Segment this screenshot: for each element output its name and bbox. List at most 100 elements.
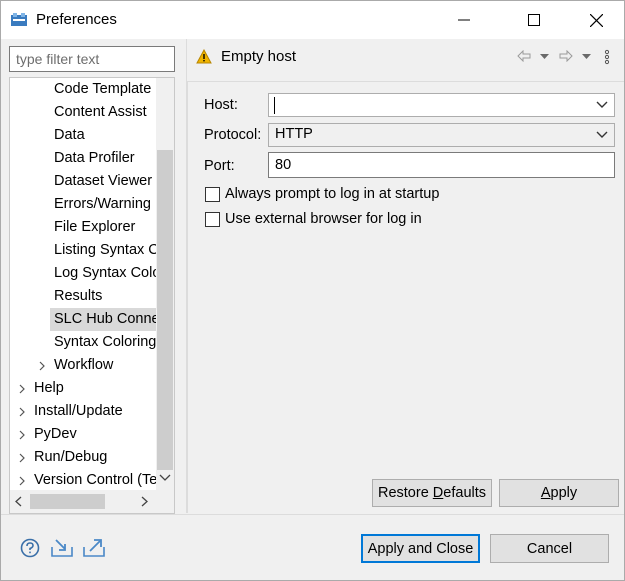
restore-defaults-button[interactable]: Restore Defaults (372, 479, 492, 507)
page-title: Empty host (221, 48, 297, 65)
minimize-button[interactable] (441, 1, 487, 39)
minimize-icon (458, 19, 470, 21)
always-prompt-checkbox[interactable]: Always prompt to log in at startup (205, 186, 439, 202)
chevron-right-icon[interactable] (18, 476, 26, 486)
port-input[interactable] (268, 152, 615, 178)
tree-item[interactable]: Errors/Warning (10, 193, 156, 216)
host-label: Host: (204, 97, 238, 113)
restore-defaults-prefix: Restore (377, 485, 433, 501)
scroll-down-icon[interactable] (159, 474, 171, 482)
close-icon (589, 13, 603, 27)
title-bar: Preferences (1, 1, 624, 39)
help-icon[interactable] (20, 538, 40, 561)
tree-horizontal-scrollbar[interactable] (10, 490, 174, 513)
tree-item-label: Data Profiler (54, 150, 135, 166)
scroll-right-icon[interactable] (140, 496, 148, 507)
more-icon[interactable] (604, 49, 610, 65)
cancel-button[interactable]: Cancel (490, 534, 609, 563)
tree-item[interactable]: Data Profiler (10, 147, 156, 170)
filter-input[interactable] (9, 46, 175, 72)
tree-item[interactable]: Version Control (Te (10, 469, 156, 492)
maximize-icon (528, 14, 540, 26)
chevron-right-icon[interactable] (18, 384, 26, 394)
tree-item[interactable]: PyDev (10, 423, 156, 446)
apply-suffix: pply (550, 485, 578, 501)
protocol-value: HTTP (275, 126, 313, 142)
tree-item-label: Listing Syntax C (54, 242, 156, 258)
tree-item-label: Workflow (54, 357, 114, 373)
export-icon[interactable] (82, 537, 106, 561)
page-header: Empty host (187, 41, 624, 73)
tree-item[interactable]: Content Assist (10, 101, 156, 124)
tree-item-label: Log Syntax Colo (54, 265, 156, 281)
chevron-right-icon[interactable] (18, 453, 26, 463)
tree-item[interactable]: Run/Debug (10, 446, 156, 469)
checkbox-box[interactable] (205, 211, 220, 227)
warning-icon (196, 48, 212, 67)
tree-list: Code Template Content Assist Data Data Prof… (10, 78, 156, 492)
tree-item-label: Help (34, 380, 64, 396)
tree-item[interactable]: Workflow (10, 354, 156, 377)
chevron-right-icon[interactable] (18, 430, 26, 440)
forward-menu-icon[interactable] (582, 54, 591, 60)
apply-mnemonic: A (540, 485, 551, 501)
tree-item-label: SLC Hub Conne (50, 308, 156, 331)
preferences-window: Preferences Code Template Content Assist D… (0, 0, 625, 581)
back-icon[interactable] (517, 50, 531, 62)
tree-item[interactable]: Results (10, 285, 156, 308)
chevron-right-icon[interactable] (18, 407, 26, 417)
import-icon[interactable] (50, 538, 74, 561)
restore-defaults-mnemonic: D (432, 485, 444, 501)
tree-item-label: Run/Debug (34, 449, 108, 465)
forward-icon[interactable] (559, 50, 573, 62)
chevron-right-icon[interactable] (38, 361, 46, 371)
tree-item-label: File Explorer (54, 219, 136, 235)
external-browser-checkbox[interactable]: Use external browser for log in (205, 211, 422, 227)
tree-item-label: Syntax Coloring (54, 334, 156, 350)
tree-item-label: Install/Update (34, 403, 123, 419)
tree-item-label: Dataset Viewer (54, 173, 153, 189)
tree-item-label: Content Assist (54, 104, 147, 120)
port-label: Port: (204, 158, 235, 174)
chevron-down-icon[interactable] (596, 131, 608, 139)
checkbox-box[interactable] (205, 186, 220, 202)
tree-item-label: Errors/Warning (54, 196, 151, 212)
tree-item[interactable]: Help (10, 377, 156, 400)
chevron-down-icon[interactable] (596, 101, 608, 109)
external-browser-label: Use external browser for log in (225, 211, 422, 227)
apply-button[interactable]: Apply (499, 479, 619, 507)
host-combo[interactable] (268, 93, 615, 117)
tree-item[interactable]: File Explorer (10, 216, 156, 239)
tree-vertical-scroll-thumb[interactable] (157, 150, 173, 470)
scroll-left-icon[interactable] (15, 496, 23, 507)
app-icon (10, 11, 28, 29)
protocol-select[interactable]: HTTP (268, 123, 615, 147)
close-button[interactable] (573, 1, 619, 39)
tree-item[interactable]: Log Syntax Colo (10, 262, 156, 285)
tree-item[interactable]: Dataset Viewer (10, 170, 156, 193)
protocol-label: Protocol: (204, 127, 262, 143)
back-menu-icon[interactable] (540, 54, 549, 60)
tree-item[interactable]: Data (10, 124, 156, 147)
tree-item-label: Version Control (Te (34, 472, 156, 488)
tree-item[interactable]: Syntax Coloring (10, 331, 156, 354)
tree-item[interactable]: Install/Update (10, 400, 156, 423)
preferences-tree: Code Template Content Assist Data Data Prof… (9, 77, 175, 514)
tree-item[interactable]: Code Template (10, 78, 156, 101)
apply-and-close-button[interactable]: Apply and Close (361, 534, 480, 563)
footer-separator (1, 514, 624, 515)
tree-item[interactable]: SLC Hub Conne (10, 308, 156, 331)
tree-item[interactable]: Listing Syntax C (10, 239, 156, 262)
tree-horizontal-scroll-thumb[interactable] (30, 494, 105, 509)
page-body: Host: Protocol: HTTP Port: Always prompt… (187, 81, 624, 513)
text-caret (274, 97, 275, 114)
tree-item-label: Results (54, 288, 103, 304)
tree-vertical-scrollbar[interactable] (156, 78, 174, 490)
window-title: Preferences (36, 11, 117, 28)
always-prompt-label: Always prompt to log in at startup (225, 186, 440, 202)
restore-defaults-suffix: efaults (443, 485, 487, 501)
tree-item-label: Code Template (54, 81, 152, 97)
tree-item-label: PyDev (34, 426, 77, 442)
tree-item-label: Data (54, 127, 85, 143)
maximize-button[interactable] (511, 1, 557, 39)
